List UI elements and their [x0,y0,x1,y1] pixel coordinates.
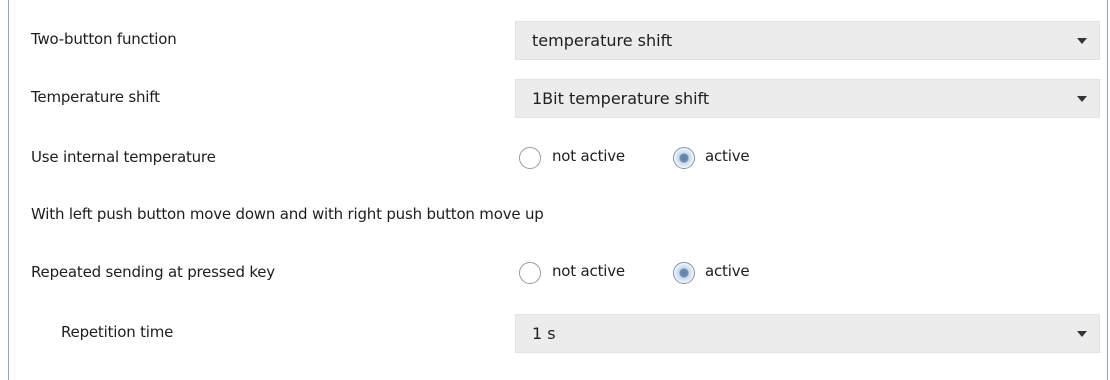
repeated-sending-not-active-label[interactable]: not active [552,262,625,280]
chevron-down-icon [1077,331,1087,337]
use-internal-temperature-not-active-radio[interactable] [519,147,541,169]
parameter-panel: Two-button function temperature shift Te… [8,0,1108,380]
temperature-shift-dropdown[interactable]: 1Bit temperature shift [515,79,1100,118]
repeated-sending-active-label[interactable]: active [705,262,750,280]
two-button-function-value: temperature shift [532,31,673,50]
repetition-time-dropdown[interactable]: 1 s [515,314,1100,353]
chevron-down-icon [1077,96,1087,102]
repeated-sending-label: Repeated sending at pressed key [31,263,275,281]
use-internal-temperature-active-radio[interactable] [673,147,695,169]
use-internal-temperature-not-active-label[interactable]: not active [552,147,625,165]
two-button-function-label: Two-button function [31,30,177,48]
push-button-info-text: With left push button move down and with… [31,205,544,223]
two-button-function-dropdown[interactable]: temperature shift [515,21,1100,60]
use-internal-temperature-label: Use internal temperature [31,148,216,166]
repeated-sending-not-active-radio[interactable] [519,262,541,284]
use-internal-temperature-active-label[interactable]: active [705,147,750,165]
repetition-time-label: Repetition time [61,323,174,341]
repeated-sending-active-radio[interactable] [673,262,695,284]
temperature-shift-value: 1Bit temperature shift [532,89,710,108]
repetition-time-value: 1 s [532,324,556,343]
chevron-down-icon [1077,38,1087,44]
temperature-shift-label: Temperature shift [31,88,160,106]
